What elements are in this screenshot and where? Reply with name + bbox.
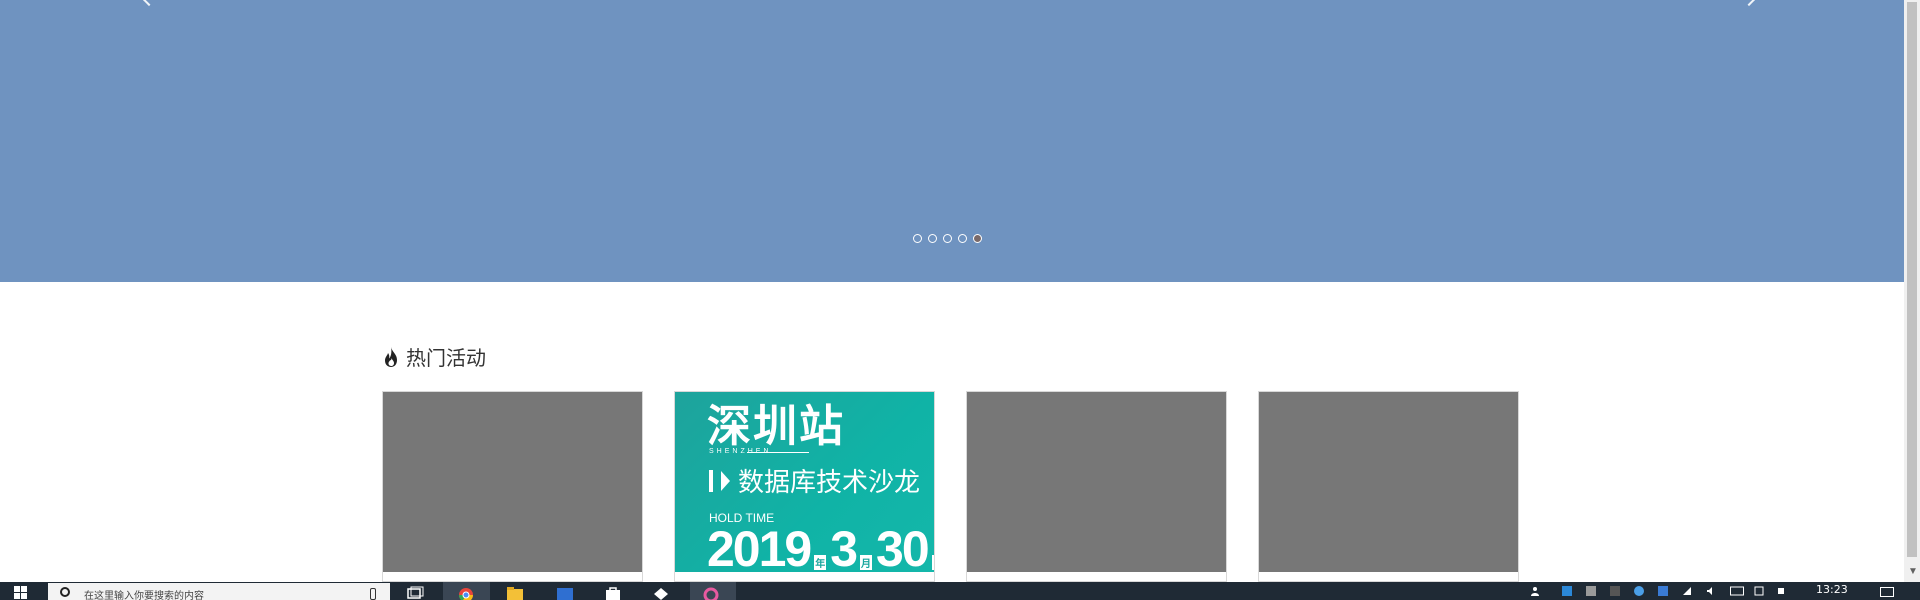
network-icon[interactable]	[1682, 586, 1692, 596]
microphone-icon[interactable]	[370, 588, 376, 600]
play-triangle-icon	[721, 470, 730, 491]
tray-person-icon[interactable]	[1530, 586, 1540, 596]
tray-app-icon[interactable]	[1658, 586, 1668, 596]
event-card-image-placeholder[interactable]	[383, 392, 642, 572]
tray-icon[interactable]	[1776, 586, 1786, 596]
section-title-text: 热门活动	[406, 346, 486, 370]
carousel-dot-3[interactable]	[943, 234, 952, 243]
task-view-icon[interactable]	[406, 586, 424, 600]
poster-divider	[747, 452, 809, 453]
windows-taskbar: 在这里输入你要搜索的内容 13:23	[0, 582, 1920, 600]
scroll-down-arrow-icon[interactable]: ▼	[1908, 566, 1918, 577]
poster-event: 数据库技术沙龙	[709, 462, 920, 499]
carousel-dot-1[interactable]	[913, 234, 922, 243]
app-pink-icon[interactable]	[702, 586, 720, 600]
event-card-image-placeholder[interactable]	[967, 392, 1226, 572]
poster-date: 2019 年 3 月 30 日	[707, 521, 934, 577]
poster-month: 3	[830, 521, 858, 577]
carousel-dot-2[interactable]	[928, 234, 937, 243]
carousel-indicators	[913, 234, 982, 243]
taskbar-clock[interactable]: 13:23	[1816, 583, 1848, 596]
browser-viewport: 热门活动 深圳站 SHENZHEN 数据库技术沙龙 HOLD TIME 2019…	[0, 0, 1904, 582]
event-card-1[interactable]	[382, 391, 643, 582]
event-card-image-placeholder[interactable]	[1259, 392, 1518, 572]
tray-app-icon[interactable]	[1610, 586, 1620, 596]
taskbar-search-box[interactable]: 在这里输入你要搜索的内容	[48, 583, 390, 600]
poster-event-name: 数据库技术沙龙	[738, 468, 921, 498]
keyboard-icon[interactable]	[1730, 586, 1744, 596]
search-icon	[60, 587, 70, 597]
file-explorer-icon[interactable]	[506, 586, 524, 600]
scrollbar-thumb[interactable]	[1907, 2, 1917, 557]
page-scrollbar[interactable]: ▼	[1904, 0, 1920, 582]
flame-icon	[385, 346, 397, 367]
event-card-4[interactable]	[1258, 391, 1519, 582]
event-card-3[interactable]	[966, 391, 1227, 582]
carousel-dot-4[interactable]	[958, 234, 967, 243]
poster-day-unit: 日	[931, 555, 934, 570]
hot-events-heading: 热门活动	[382, 342, 486, 371]
action-center-icon[interactable]	[1880, 587, 1894, 597]
hero-banner-carousel[interactable]	[0, 0, 1904, 282]
event-card-2[interactable]: 深圳站 SHENZHEN 数据库技术沙龙 HOLD TIME 2019 年 3 …	[674, 391, 935, 582]
app-white-icon[interactable]	[652, 586, 670, 600]
windows-start-icon[interactable]	[14, 586, 28, 600]
event-card-list: 深圳站 SHENZHEN 数据库技术沙龙 HOLD TIME 2019 年 3 …	[382, 391, 1519, 582]
tray-app-icon[interactable]	[1634, 586, 1644, 596]
poster-city: 深圳站	[707, 401, 845, 452]
carousel-dot-5-active[interactable]	[973, 234, 982, 243]
volume-icon[interactable]	[1706, 586, 1716, 596]
chrome-icon[interactable]	[457, 586, 475, 600]
taskbar-search-placeholder: 在这里输入你要搜索的内容	[84, 591, 204, 600]
poster-day: 30	[876, 521, 930, 577]
event-card-poster[interactable]: 深圳站 SHENZHEN 数据库技术沙龙 HOLD TIME 2019 年 3 …	[675, 392, 934, 577]
tray-app-icon[interactable]	[1586, 586, 1596, 596]
store-icon[interactable]	[604, 586, 622, 600]
poster-year-unit: 年	[814, 555, 827, 570]
carousel-prev-arrow-icon[interactable]	[141, 0, 157, 7]
poster-month-unit: 月	[860, 555, 873, 570]
poster-year: 2019	[707, 521, 812, 577]
carousel-next-arrow-icon[interactable]	[1741, 0, 1757, 7]
ime-icon[interactable]	[1754, 586, 1764, 596]
app-blue-icon[interactable]	[556, 586, 574, 600]
tray-app-icon[interactable]	[1562, 586, 1572, 596]
play-bar-icon	[709, 469, 713, 492]
